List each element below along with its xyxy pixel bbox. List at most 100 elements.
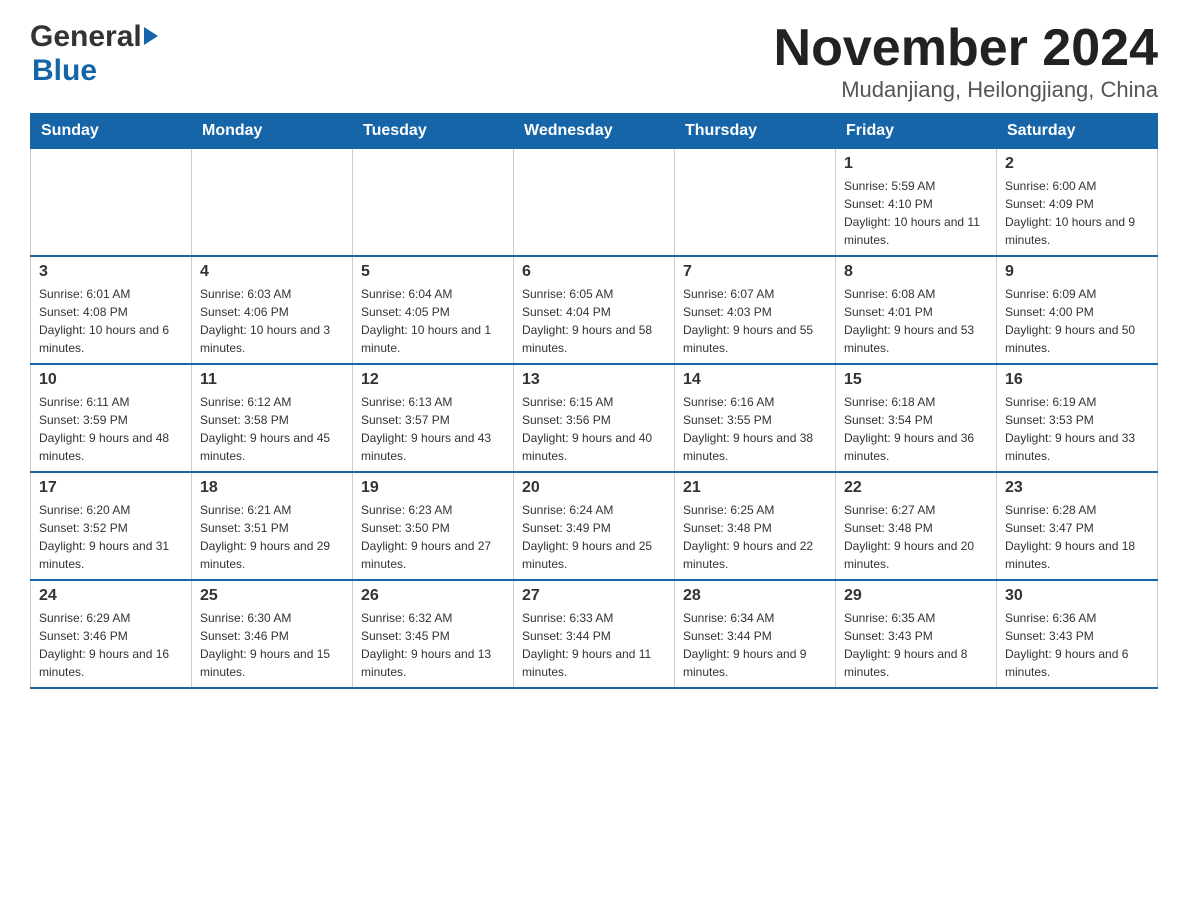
day-info: Sunrise: 6:21 AM Sunset: 3:51 PM Dayligh…: [200, 501, 344, 573]
day-info: Sunrise: 6:04 AM Sunset: 4:05 PM Dayligh…: [361, 285, 505, 357]
calendar-cell: 15 Sunrise: 6:18 AM Sunset: 3:54 PM Dayli…: [836, 364, 997, 472]
day-number: 22: [844, 479, 988, 497]
day-info: Sunrise: 6:09 AM Sunset: 4:00 PM Dayligh…: [1005, 285, 1149, 357]
day-info: Sunrise: 6:33 AM Sunset: 3:44 PM Dayligh…: [522, 609, 666, 681]
weekday-header-wednesday: Wednesday: [514, 114, 675, 149]
day-number: 6: [522, 263, 666, 281]
weekday-header-saturday: Saturday: [997, 114, 1158, 149]
day-info: Sunrise: 6:03 AM Sunset: 4:06 PM Dayligh…: [200, 285, 344, 357]
calendar-cell: 26Sunrise: 6:32 AM Sunset: 3:45 PM Dayli…: [353, 580, 514, 688]
day-number: 8: [844, 263, 988, 281]
day-info: Sunrise: 6:13 AM Sunset: 3:57 PM Dayligh…: [361, 393, 505, 465]
logo-blue: Blue: [32, 54, 97, 87]
calendar-cell: 25 Sunrise: 6:30 AM Sunset: 3:46 PM Dayli…: [192, 580, 353, 688]
calendar-cell: 5 Sunrise: 6:04 AM Sunset: 4:05 PM Daylig…: [353, 256, 514, 364]
calendar-cell: 16 Sunrise: 6:19 AM Sunset: 3:53 PM Dayli…: [997, 364, 1158, 472]
day-number: 7: [683, 263, 827, 281]
day-info: Sunrise: 6:01 AM Sunset: 4:08 PM Dayligh…: [39, 285, 183, 357]
day-info: Sunrise: 6:07 AM Sunset: 4:03 PM Dayligh…: [683, 285, 827, 357]
calendar-cell: 4 Sunrise: 6:03 AM Sunset: 4:06 PM Daylig…: [192, 256, 353, 364]
weekday-header-thursday: Thursday: [675, 114, 836, 149]
day-info: Sunrise: 6:24 AM Sunset: 3:49 PM Dayligh…: [522, 501, 666, 573]
day-info: Sunrise: 6:30 AM Sunset: 3:46 PM Dayligh…: [200, 609, 344, 681]
day-info: Sunrise: 6:34 AM Sunset: 3:44 PM Dayligh…: [683, 609, 827, 681]
calendar-cell: 6 Sunrise: 6:05 AM Sunset: 4:04 PM Daylig…: [514, 256, 675, 364]
calendar-week-2: 3 Sunrise: 6:01 AM Sunset: 4:08 PM Daylig…: [31, 256, 1158, 364]
day-info: Sunrise: 5:59 AM Sunset: 4:10 PM Dayligh…: [844, 177, 988, 249]
day-number: 9: [1005, 263, 1149, 281]
day-info: Sunrise: 6:05 AM Sunset: 4:04 PM Dayligh…: [522, 285, 666, 357]
calendar-week-4: 17 Sunrise: 6:20 AM Sunset: 3:52 PM Dayli…: [31, 472, 1158, 580]
calendar-cell: 7 Sunrise: 6:07 AM Sunset: 4:03 PM Daylig…: [675, 256, 836, 364]
calendar-title: November 2024: [774, 20, 1158, 77]
day-number: 28: [683, 587, 827, 605]
day-number: 1: [844, 155, 988, 173]
day-info: Sunrise: 6:36 AM Sunset: 3:43 PM Dayligh…: [1005, 609, 1149, 681]
day-number: 16: [1005, 371, 1149, 389]
weekday-header-friday: Friday: [836, 114, 997, 149]
day-info: Sunrise: 6:20 AM Sunset: 3:52 PM Dayligh…: [39, 501, 183, 573]
day-number: 19: [361, 479, 505, 497]
weekday-header-sunday: Sunday: [31, 114, 192, 149]
day-number: 25: [200, 587, 344, 605]
title-block: November 2024 Mudanjiang, Heilongjiang, …: [774, 20, 1158, 103]
day-info: Sunrise: 6:19 AM Sunset: 3:53 PM Dayligh…: [1005, 393, 1149, 465]
logo: General Blue: [30, 20, 158, 88]
day-number: 26: [361, 587, 505, 605]
weekday-header-tuesday: Tuesday: [353, 114, 514, 149]
day-number: 23: [1005, 479, 1149, 497]
calendar-cell: 30Sunrise: 6:36 AM Sunset: 3:43 PM Dayli…: [997, 580, 1158, 688]
day-number: 14: [683, 371, 827, 389]
calendar-cell: 8Sunrise: 6:08 AM Sunset: 4:01 PM Daylig…: [836, 256, 997, 364]
calendar-table: SundayMondayTuesdayWednesdayThursdayFrid…: [30, 113, 1158, 689]
day-info: Sunrise: 6:18 AM Sunset: 3:54 PM Dayligh…: [844, 393, 988, 465]
calendar-week-3: 10 Sunrise: 6:11 AM Sunset: 3:59 PM Dayli…: [31, 364, 1158, 472]
calendar-cell: [31, 149, 192, 257]
day-number: 11: [200, 371, 344, 389]
day-info: Sunrise: 6:29 AM Sunset: 3:46 PM Dayligh…: [39, 609, 183, 681]
day-info: Sunrise: 6:27 AM Sunset: 3:48 PM Dayligh…: [844, 501, 988, 573]
day-number: 20: [522, 479, 666, 497]
calendar-cell: [514, 149, 675, 257]
day-number: 18: [200, 479, 344, 497]
day-number: 10: [39, 371, 183, 389]
calendar-cell: 10 Sunrise: 6:11 AM Sunset: 3:59 PM Dayli…: [31, 364, 192, 472]
day-info: Sunrise: 6:35 AM Sunset: 3:43 PM Dayligh…: [844, 609, 988, 681]
calendar-cell: 19 Sunrise: 6:23 AM Sunset: 3:50 PM Dayli…: [353, 472, 514, 580]
day-number: 13: [522, 371, 666, 389]
calendar-cell: 29 Sunrise: 6:35 AM Sunset: 3:43 PM Dayli…: [836, 580, 997, 688]
day-number: 29: [844, 587, 988, 605]
calendar-cell: 17 Sunrise: 6:20 AM Sunset: 3:52 PM Dayli…: [31, 472, 192, 580]
calendar-cell: [192, 149, 353, 257]
day-number: 21: [683, 479, 827, 497]
header: General Blue November 2024 Mudanjiang, H…: [30, 20, 1158, 103]
day-number: 15: [844, 371, 988, 389]
calendar-cell: 28 Sunrise: 6:34 AM Sunset: 3:44 PM Dayli…: [675, 580, 836, 688]
day-number: 17: [39, 479, 183, 497]
calendar-cell: 1 Sunrise: 5:59 AM Sunset: 4:10 PM Daylig…: [836, 149, 997, 257]
day-number: 3: [39, 263, 183, 281]
calendar-cell: 11Sunrise: 6:12 AM Sunset: 3:58 PM Dayli…: [192, 364, 353, 472]
calendar-cell: 14Sunrise: 6:16 AM Sunset: 3:55 PM Dayli…: [675, 364, 836, 472]
calendar-cell: 12 Sunrise: 6:13 AM Sunset: 3:57 PM Dayli…: [353, 364, 514, 472]
day-info: Sunrise: 6:15 AM Sunset: 3:56 PM Dayligh…: [522, 393, 666, 465]
calendar-week-5: 24Sunrise: 6:29 AM Sunset: 3:46 PM Dayli…: [31, 580, 1158, 688]
calendar-cell: 2Sunrise: 6:00 AM Sunset: 4:09 PM Daylig…: [997, 149, 1158, 257]
day-number: 27: [522, 587, 666, 605]
day-number: 12: [361, 371, 505, 389]
calendar-cell: 18 Sunrise: 6:21 AM Sunset: 3:51 PM Dayli…: [192, 472, 353, 580]
logo-general: General: [30, 20, 142, 54]
day-info: Sunrise: 6:23 AM Sunset: 3:50 PM Dayligh…: [361, 501, 505, 573]
calendar-cell: 22 Sunrise: 6:27 AM Sunset: 3:48 PM Dayli…: [836, 472, 997, 580]
calendar-cell: 27 Sunrise: 6:33 AM Sunset: 3:44 PM Dayli…: [514, 580, 675, 688]
day-info: Sunrise: 6:25 AM Sunset: 3:48 PM Dayligh…: [683, 501, 827, 573]
day-info: Sunrise: 6:11 AM Sunset: 3:59 PM Dayligh…: [39, 393, 183, 465]
weekday-header-row: SundayMondayTuesdayWednesdayThursdayFrid…: [31, 114, 1158, 149]
day-number: 2: [1005, 155, 1149, 173]
calendar-cell: 9 Sunrise: 6:09 AM Sunset: 4:00 PM Daylig…: [997, 256, 1158, 364]
day-number: 5: [361, 263, 505, 281]
calendar-cell: [675, 149, 836, 257]
day-number: 4: [200, 263, 344, 281]
calendar-cell: [353, 149, 514, 257]
calendar-cell: 3 Sunrise: 6:01 AM Sunset: 4:08 PM Daylig…: [31, 256, 192, 364]
